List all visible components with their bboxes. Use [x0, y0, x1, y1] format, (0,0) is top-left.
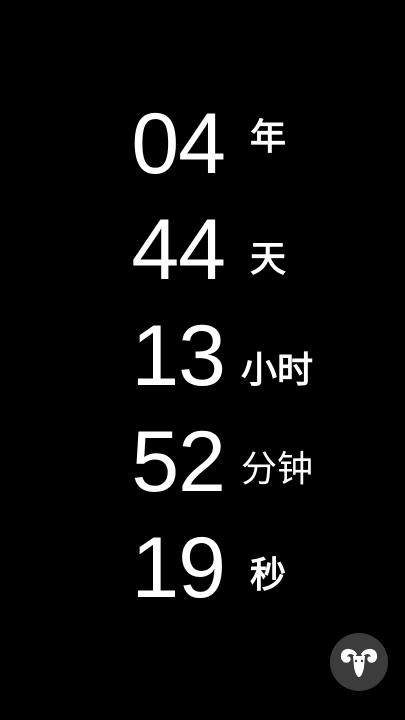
seconds-value: 19	[131, 520, 226, 616]
hours-value: 13	[131, 308, 226, 404]
ram-head-icon	[340, 648, 378, 677]
countdown-row-minutes: 52 分钟	[0, 412, 405, 512]
countdown-screen: 04 年 44 天 13 小时 52 分钟 19 秒	[0, 0, 405, 720]
countdown-row-years: 04 年	[0, 94, 405, 194]
countdown-row-days: 44 天	[0, 200, 405, 300]
hours-unit-label: 小时	[241, 350, 314, 391]
days-value: 44	[131, 202, 226, 298]
minutes-value: 52	[131, 414, 226, 510]
countdown-row-hours: 13 小时	[0, 306, 405, 406]
ram-menu-button[interactable]	[330, 633, 388, 691]
years-unit-label: 年	[250, 117, 287, 158]
days-unit-label: 天	[250, 239, 287, 280]
years-value: 04	[131, 96, 226, 192]
minutes-unit-label: 分钟	[241, 449, 314, 490]
countdown-row-seconds: 19 秒	[0, 518, 405, 618]
seconds-unit-label: 秒	[250, 555, 287, 596]
